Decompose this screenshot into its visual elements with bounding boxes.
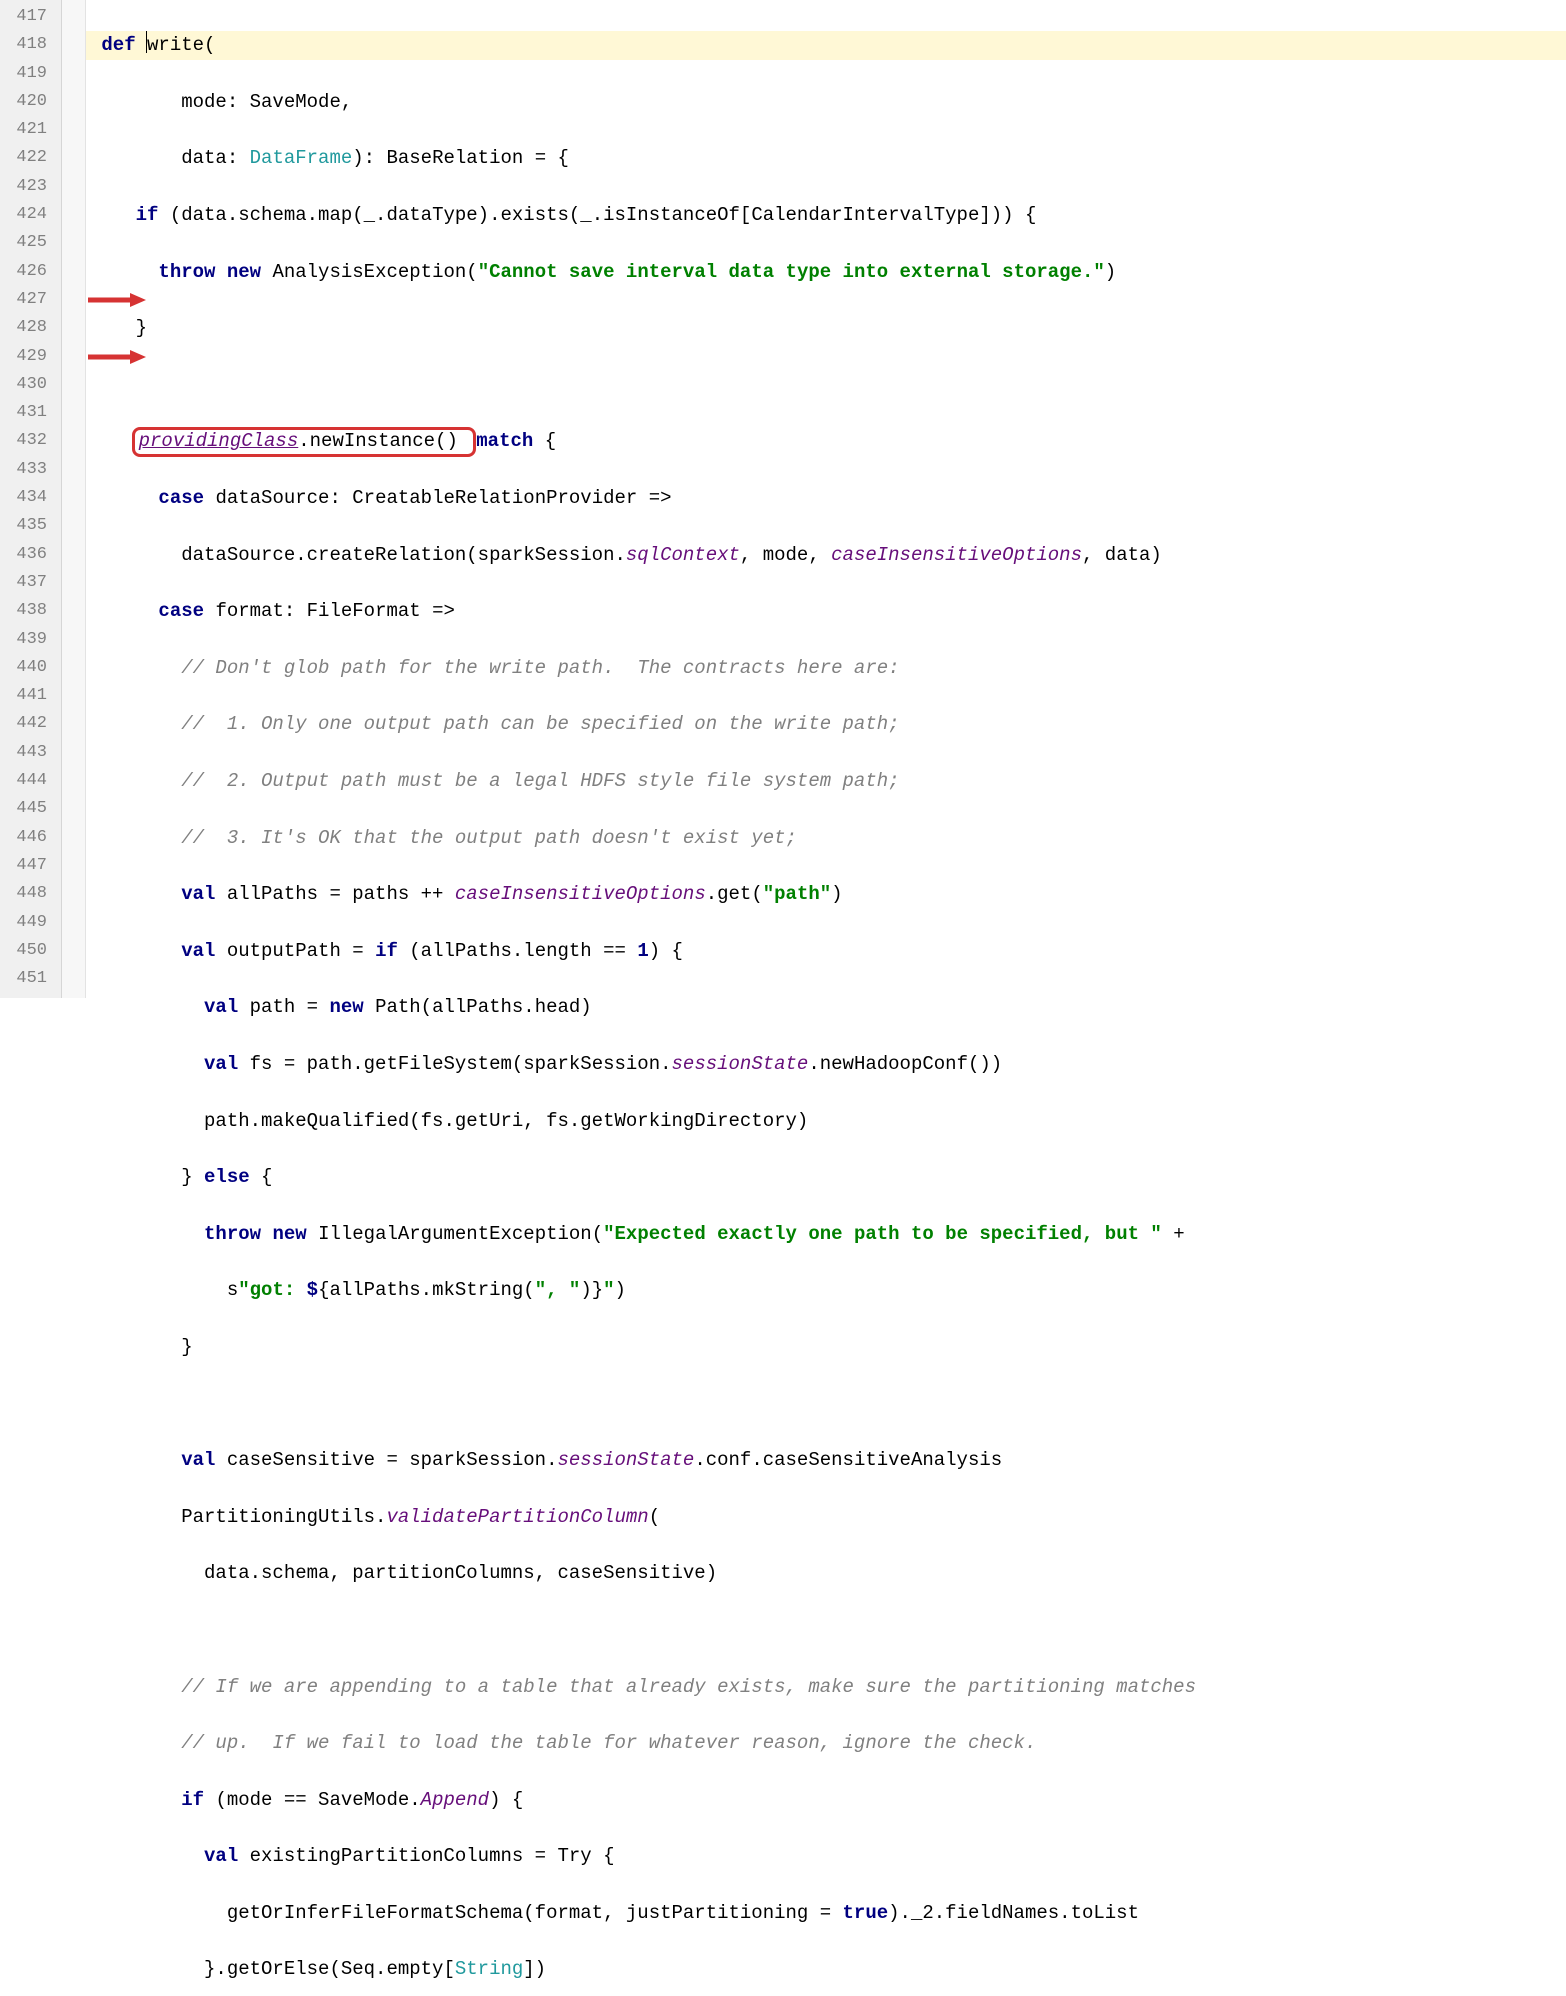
line-number: 446 — [0, 824, 47, 852]
code-line: // 2. Output path must be a legal HDFS s… — [86, 767, 1566, 795]
code-line: val outputPath = if (allPaths.length == … — [86, 937, 1566, 965]
line-number: 436 — [0, 541, 47, 569]
code-line: val allPaths = paths ++ caseInsensitiveO… — [86, 880, 1566, 908]
code-line: case dataSource: CreatableRelationProvid… — [86, 484, 1566, 512]
fold-column[interactable] — [62, 0, 86, 998]
line-number: 445 — [0, 795, 47, 823]
code-line — [86, 1390, 1566, 1418]
line-number: 438 — [0, 597, 47, 625]
code-line: mode: SaveMode, — [86, 88, 1566, 116]
line-number: 435 — [0, 512, 47, 540]
code-line: } — [86, 314, 1566, 342]
line-number: 441 — [0, 682, 47, 710]
highlight-annotation: providingClass.newInstance() — [132, 427, 477, 457]
line-number: 439 — [0, 626, 47, 654]
code-line: dataSource.createRelation(sparkSession.s… — [86, 541, 1566, 569]
code-line: def write( — [86, 31, 1566, 59]
code-line: // If we are appending to a table that a… — [86, 1673, 1566, 1701]
code-line: } — [86, 1333, 1566, 1361]
arrow-annotation-icon — [86, 293, 146, 305]
code-editor[interactable]: 417 418 419 420 421 422 423 424 425 426 … — [0, 0, 1566, 998]
code-line — [86, 1616, 1566, 1644]
line-number: 428 — [0, 314, 47, 342]
code-line: // 1. Only one output path can be specif… — [86, 710, 1566, 738]
line-number: 429 — [0, 343, 47, 371]
code-line — [86, 371, 1566, 399]
line-number: 431 — [0, 399, 47, 427]
line-number: 422 — [0, 144, 47, 172]
line-number: 444 — [0, 767, 47, 795]
line-number: 426 — [0, 258, 47, 286]
line-number-gutter: 417 418 419 420 421 422 423 424 425 426 … — [0, 0, 62, 998]
line-number: 421 — [0, 116, 47, 144]
line-number: 430 — [0, 371, 47, 399]
line-number: 423 — [0, 173, 47, 201]
code-line: throw new IllegalArgumentException("Expe… — [86, 1220, 1566, 1248]
line-number: 424 — [0, 201, 47, 229]
line-number: 432 — [0, 427, 47, 455]
code-line: providingClass.newInstance() match { — [86, 427, 1566, 455]
line-number: 451 — [0, 965, 47, 993]
code-line: // Don't glob path for the write path. T… — [86, 654, 1566, 682]
code-line: data: DataFrame): BaseRelation = { — [86, 144, 1566, 172]
code-line: val fs = path.getFileSystem(sparkSession… — [86, 1050, 1566, 1078]
line-number: 449 — [0, 909, 47, 937]
line-number: 447 — [0, 852, 47, 880]
code-area[interactable]: def write( mode: SaveMode, data: DataFra… — [86, 0, 1566, 998]
code-line: }.getOrElse(Seq.empty[String]) — [86, 1955, 1566, 1983]
line-number: 425 — [0, 229, 47, 257]
line-number: 450 — [0, 937, 47, 965]
code-line: s"got: ${allPaths.mkString(", ")}") — [86, 1276, 1566, 1304]
code-line: // up. If we fail to load the table for … — [86, 1729, 1566, 1757]
code-line: PartitioningUtils.validatePartitionColum… — [86, 1503, 1566, 1531]
code-line: throw new AnalysisException("Cannot save… — [86, 258, 1566, 286]
line-number: 419 — [0, 60, 47, 88]
line-number: 443 — [0, 739, 47, 767]
line-number: 440 — [0, 654, 47, 682]
line-number: 420 — [0, 88, 47, 116]
code-line: val existingPartitionColumns = Try { — [86, 1842, 1566, 1870]
line-number: 434 — [0, 484, 47, 512]
line-number: 442 — [0, 710, 47, 738]
line-number: 448 — [0, 880, 47, 908]
code-line: if (mode == SaveMode.Append) { — [86, 1786, 1566, 1814]
code-line: } else { — [86, 1163, 1566, 1191]
line-number: 418 — [0, 31, 47, 59]
code-line: data.schema, partitionColumns, caseSensi… — [86, 1559, 1566, 1587]
code-line: val caseSensitive = sparkSession.session… — [86, 1446, 1566, 1474]
arrow-annotation-icon — [86, 236, 146, 248]
line-number: 417 — [0, 3, 47, 31]
code-line: if (data.schema.map(_.dataType).exists(_… — [86, 201, 1566, 229]
code-line: // 3. It's OK that the output path doesn… — [86, 824, 1566, 852]
code-line: getOrInferFileFormatSchema(format, justP… — [86, 1899, 1566, 1927]
code-line: path.makeQualified(fs.getUri, fs.getWork… — [86, 1107, 1566, 1135]
line-number: 437 — [0, 569, 47, 597]
code-line: case format: FileFormat => — [86, 597, 1566, 625]
line-number: 427 — [0, 286, 47, 314]
line-number: 433 — [0, 456, 47, 484]
